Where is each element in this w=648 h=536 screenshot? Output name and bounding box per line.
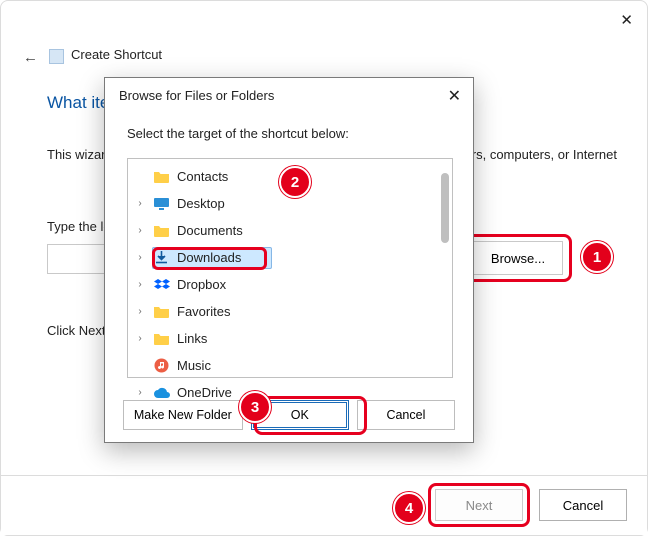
tree-item-favorites[interactable]: › Favorites — [128, 298, 452, 325]
desktop-icon — [152, 196, 171, 211]
page-title: Create Shortcut — [71, 47, 162, 62]
onedrive-icon — [152, 385, 171, 400]
annotation-badge-3: 3 — [239, 391, 271, 423]
chevron-right-icon[interactable]: › — [128, 252, 152, 263]
shortcut-icon — [49, 49, 64, 64]
chevron-right-icon[interactable]: › — [128, 306, 152, 317]
tree-item-documents[interactable]: › Documents — [128, 217, 452, 244]
tree-item-label: Desktop — [177, 196, 225, 211]
next-button[interactable]: Next — [435, 489, 523, 521]
tree-item-downloads[interactable]: › Downloads — [128, 244, 452, 271]
location-label: Type the lo — [47, 219, 111, 234]
dialog-cancel-button[interactable]: Cancel — [357, 400, 455, 430]
tree-item-dropbox[interactable]: › Dropbox — [128, 271, 452, 298]
folder-icon — [152, 304, 171, 319]
annotation-badge-4: 4 — [393, 492, 425, 524]
tree-item-music[interactable]: Music — [128, 352, 452, 379]
tree-item-label: Contacts — [177, 169, 228, 184]
chevron-right-icon[interactable]: › — [128, 279, 152, 290]
tree-item-label: Dropbox — [177, 277, 226, 292]
dialog-title: Browse for Files or Folders — [119, 88, 274, 103]
tree-item-label: Downloads — [177, 250, 241, 265]
annotation-badge-1: 1 — [581, 241, 613, 273]
download-icon — [152, 250, 171, 265]
scrollbar-thumb[interactable] — [441, 173, 449, 243]
chevron-right-icon[interactable]: › — [128, 387, 152, 398]
annotation-badge-2: 2 — [279, 166, 311, 198]
chevron-right-icon[interactable]: › — [128, 225, 152, 236]
browse-dialog: Browse for Files or Folders ✕ Select the… — [104, 77, 474, 443]
chevron-right-icon[interactable]: › — [128, 198, 152, 209]
tree-item-label: Favorites — [177, 304, 230, 319]
back-arrow-icon[interactable]: ← — [23, 49, 38, 66]
tree-item-label: Documents — [177, 223, 243, 238]
dropbox-icon — [152, 277, 171, 292]
tree-item-links[interactable]: › Links — [128, 325, 452, 352]
click-next-text: Click Next — [47, 323, 106, 338]
chevron-right-icon[interactable]: › — [128, 333, 152, 344]
wizard-heading: What ite — [47, 93, 109, 113]
window-close-icon[interactable]: ✕ — [620, 11, 633, 29]
folder-icon — [152, 331, 171, 346]
dialog-instruction: Select the target of the shortcut below: — [127, 126, 349, 141]
cancel-button[interactable]: Cancel — [539, 489, 627, 521]
tree-item-label: OneDrive — [177, 385, 232, 400]
make-new-folder-button[interactable]: Make New Folder — [123, 400, 243, 430]
folder-icon — [152, 169, 171, 184]
tree-item-label: Music — [177, 358, 211, 373]
tree-item-label: Links — [177, 331, 207, 346]
music-icon — [152, 358, 171, 373]
browse-button[interactable]: Browse... — [473, 241, 563, 275]
folder-icon — [152, 223, 171, 238]
dialog-close-icon[interactable]: ✕ — [448, 86, 461, 106]
